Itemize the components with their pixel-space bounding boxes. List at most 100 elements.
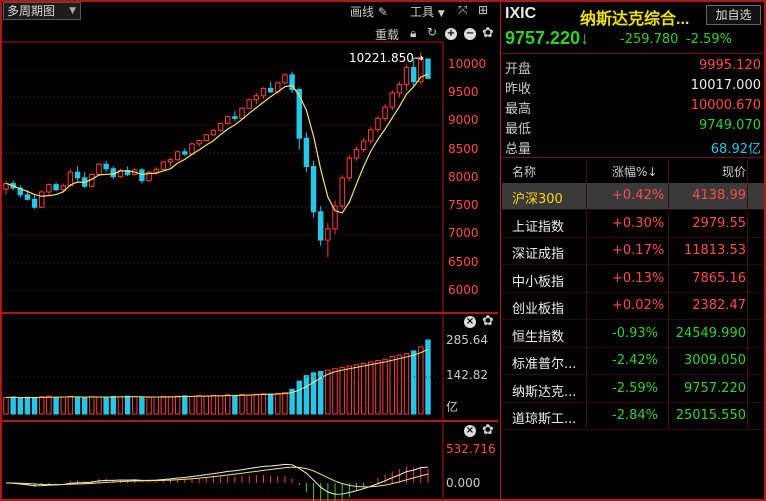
kline-chart[interactable] — [0, 0, 500, 501]
price-tick-label: 8500 — [448, 141, 479, 156]
index-name: 创业板指 — [512, 302, 565, 317]
candle-body — [239, 107, 245, 119]
index-name: 沪深300 — [512, 192, 563, 207]
index-price: 9757.220 — [683, 380, 746, 396]
candle-body — [210, 129, 217, 136]
col-price[interactable]: 现价 — [722, 163, 746, 180]
candle-body — [396, 83, 403, 94]
quote-field-row: 总量 68.92亿 — [505, 138, 761, 158]
index-price: 24549.990 — [675, 325, 746, 341]
volume-axis-unit: 亿 — [446, 400, 459, 414]
candle-body — [96, 163, 102, 175]
volume-bar — [139, 397, 145, 415]
index-pct: -0.93% — [612, 325, 658, 341]
last-price: 9757.220↓ — [505, 28, 589, 49]
candle-body — [296, 89, 302, 139]
table-row[interactable]: 恒生指数 -0.93% 24549.990 — [502, 321, 764, 348]
volume-bar — [167, 396, 174, 415]
quote-field-label: 开盘 — [505, 62, 532, 77]
volume-bar — [103, 396, 109, 415]
price-tick-label: 6000 — [448, 283, 479, 298]
volume-bar — [153, 396, 159, 415]
close-icon[interactable]: × — [464, 316, 476, 328]
table-row[interactable]: 纳斯达克... -2.59% 9757.220 — [502, 376, 764, 403]
volume-bar — [132, 396, 138, 415]
candle-body — [410, 66, 417, 83]
col-pct[interactable]: 涨幅%↓ — [612, 163, 657, 180]
volume-bar — [339, 366, 345, 415]
volume-bar — [110, 395, 117, 415]
table-row[interactable]: 标准普尔... -2.42% 3009.050 — [502, 348, 764, 375]
table-row[interactable]: 道琼斯工... -2.84% 25015.550 — [502, 403, 764, 430]
table-row[interactable]: 创业板指 +0.02% 2382.47 — [502, 293, 764, 320]
volume-bar — [368, 361, 374, 415]
candle-body — [303, 137, 310, 168]
index-price: 11813.53 — [683, 243, 746, 258]
volume-bar — [389, 355, 395, 415]
col-name[interactable]: 名称 — [512, 163, 536, 180]
volume-bar — [196, 395, 202, 415]
volume-bar — [382, 358, 388, 415]
last-price-value: 9757.220 — [505, 28, 581, 48]
candle-body — [260, 87, 267, 97]
price-tick-label: 9000 — [448, 113, 479, 128]
index-name: 恒生指数 — [512, 329, 565, 345]
volume-bar — [396, 354, 403, 415]
table-row[interactable]: 沪深300 +0.42% 4138.99 — [502, 183, 764, 210]
quote-field-label: 最低 — [505, 122, 532, 137]
quote-field-value: 9995.120 — [698, 58, 761, 73]
dea-line — [5, 466, 429, 488]
candle-body — [368, 129, 374, 142]
quote-field-value: 10017.000 — [690, 78, 761, 93]
index-pct: +0.02% — [612, 298, 665, 313]
volume-bar — [282, 392, 288, 415]
candle-body — [53, 184, 59, 191]
table-row[interactable]: 深证成指 +0.17% 11813.53 — [502, 238, 764, 265]
column-divider — [747, 160, 748, 430]
index-price: 25015.550 — [675, 408, 746, 423]
quote-field-value: 9749.070 — [698, 118, 761, 133]
column-divider — [586, 160, 587, 430]
price-tick-label: 6500 — [448, 254, 479, 269]
settings-gear-icon[interactable]: ✿ — [482, 423, 494, 437]
candle-body — [310, 166, 317, 213]
candle-body — [74, 171, 81, 179]
candle-body — [153, 168, 159, 173]
index-name: 中小板指 — [512, 274, 565, 290]
candle-body — [203, 134, 209, 141]
index-pct: -2.84% — [612, 408, 658, 423]
index-price: 3009.050 — [683, 353, 746, 368]
quote-field-value: 10000.670 — [690, 98, 761, 113]
table-row[interactable]: 中小板指 +0.13% 7865.16 — [502, 266, 764, 293]
candle-body — [31, 198, 38, 208]
table-row[interactable]: 上证指数 +0.30% 2979.55 — [502, 211, 764, 238]
close-icon[interactable]: × — [464, 425, 476, 437]
settings-gear-icon[interactable]: ✿ — [482, 314, 494, 328]
symbol-code: IXIC — [505, 5, 537, 22]
column-divider — [668, 160, 669, 430]
dif-line — [5, 463, 429, 495]
volume-bar — [310, 372, 317, 415]
volume-bar — [67, 395, 74, 415]
volume-bar — [117, 396, 124, 415]
candle-body — [196, 139, 202, 145]
volume-bar — [253, 393, 260, 415]
index-price: 2382.47 — [692, 298, 746, 313]
candle-body — [167, 159, 174, 163]
volume-bar — [189, 395, 195, 415]
volume-bar — [267, 393, 274, 415]
candle-body — [346, 157, 353, 179]
candle-body — [253, 95, 260, 101]
candle-body — [246, 99, 252, 109]
candle-body — [317, 211, 324, 241]
volume-bar — [225, 394, 231, 415]
volume-bar — [346, 365, 353, 415]
volume-bar — [89, 396, 95, 415]
add-watchlist-button[interactable]: 加自选 — [706, 5, 761, 25]
price-tick-label: 7500 — [448, 198, 479, 213]
candle-body — [267, 87, 274, 93]
index-pct: +0.42% — [612, 188, 665, 203]
quote-field-row: 最低 9749.070 — [505, 118, 761, 138]
index-pct: -2.42% — [612, 353, 658, 368]
candle-body — [182, 151, 188, 155]
